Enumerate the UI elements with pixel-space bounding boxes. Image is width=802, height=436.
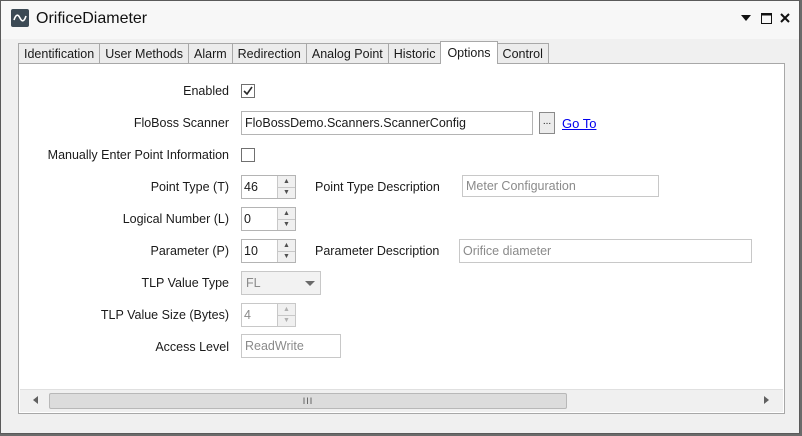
tab-analog-point[interactable]: Analog Point bbox=[305, 43, 389, 63]
logical-number-spin-buttons: ▲ ▼ bbox=[277, 208, 295, 230]
point-type-stepper[interactable]: 46 ▲ ▼ bbox=[241, 175, 296, 199]
tlp-value-type-select: FL bbox=[241, 271, 321, 295]
parameter-label: Parameter (P) bbox=[150, 244, 230, 258]
logical-number-label: Logical Number (L) bbox=[122, 212, 229, 226]
goto-link[interactable]: Go To bbox=[562, 116, 596, 131]
horizontal-scrollbar[interactable]: III bbox=[20, 389, 783, 412]
tab-user-methods[interactable]: User Methods bbox=[99, 43, 189, 63]
tab-control[interactable]: Control bbox=[496, 43, 549, 63]
window: OrificeDiameter Identification User Meth… bbox=[0, 0, 800, 434]
parameter-description-field: Orifice diameter bbox=[459, 239, 752, 263]
scrollbar-thumb[interactable]: III bbox=[49, 393, 567, 409]
dropdown-icon[interactable] bbox=[739, 11, 753, 25]
tlp-value-type-label: TLP Value Type bbox=[141, 276, 229, 290]
point-type-description-field: Meter Configuration bbox=[462, 175, 659, 197]
tab-alarm[interactable]: Alarm bbox=[188, 43, 233, 63]
floboss-scanner-label: FloBoss Scanner bbox=[133, 116, 229, 130]
enabled-checkbox[interactable] bbox=[241, 84, 255, 98]
enabled-label: Enabled bbox=[183, 84, 229, 98]
tab-identification[interactable]: Identification bbox=[18, 43, 101, 63]
tab-redirection[interactable]: Redirection bbox=[231, 43, 307, 63]
tab-historic[interactable]: Historic bbox=[387, 43, 442, 63]
access-level-label: Access Level bbox=[155, 340, 229, 354]
scroll-right-icon[interactable] bbox=[764, 396, 769, 404]
spin-down-icon[interactable]: ▼ bbox=[278, 186, 295, 198]
spin-down-icon: ▼ bbox=[278, 314, 295, 326]
spin-down-icon[interactable]: ▼ bbox=[278, 250, 295, 262]
spin-up-icon[interactable]: ▲ bbox=[278, 208, 295, 219]
title-bar[interactable]: OrificeDiameter bbox=[1, 1, 799, 39]
scroll-left-icon[interactable] bbox=[33, 396, 38, 404]
point-type-description-label: Point Type Description bbox=[315, 180, 440, 194]
point-type-value[interactable]: 46 bbox=[242, 176, 277, 198]
manual-point-info-label: Manually Enter Point Information bbox=[47, 148, 229, 162]
tlp-value-size-spin-buttons: ▲ ▼ bbox=[277, 304, 295, 326]
window-title: OrificeDiameter bbox=[36, 10, 148, 27]
browse-scanner-button[interactable]: ... bbox=[539, 112, 555, 134]
logical-number-stepper[interactable]: 0 ▲ ▼ bbox=[241, 207, 296, 231]
logical-number-value[interactable]: 0 bbox=[242, 208, 277, 230]
point-type-spin-buttons: ▲ ▼ bbox=[277, 176, 295, 198]
close-icon[interactable] bbox=[778, 11, 792, 25]
manual-point-info-checkbox[interactable] bbox=[241, 148, 255, 162]
checkmark-icon bbox=[243, 86, 253, 96]
parameter-value[interactable]: 10 bbox=[242, 240, 277, 262]
parameter-description-label: Parameter Description bbox=[315, 244, 440, 258]
spin-down-icon[interactable]: ▼ bbox=[278, 218, 295, 230]
spin-up-icon[interactable]: ▲ bbox=[278, 176, 295, 187]
options-panel: Enabled FloBoss Scanner FloBossDemo.Scan… bbox=[18, 63, 785, 414]
maximize-icon[interactable] bbox=[759, 11, 773, 25]
tlp-value-type-value: FL bbox=[246, 276, 261, 290]
chevron-down-icon bbox=[305, 281, 315, 286]
app-icon bbox=[11, 9, 29, 27]
tlp-value-size-stepper: 4 ▲ ▼ bbox=[241, 303, 296, 327]
tlp-value-size-value: 4 bbox=[244, 308, 251, 322]
tlp-value-size-label: TLP Value Size (Bytes) bbox=[100, 308, 229, 322]
point-type-label: Point Type (T) bbox=[150, 180, 229, 194]
parameter-stepper[interactable]: 10 ▲ ▼ bbox=[241, 239, 296, 263]
spin-up-icon[interactable]: ▲ bbox=[278, 240, 295, 251]
floboss-scanner-field[interactable]: FloBossDemo.Scanners.ScannerConfig bbox=[241, 111, 533, 135]
tab-options[interactable]: Options bbox=[440, 41, 498, 64]
spin-up-icon: ▲ bbox=[278, 304, 295, 315]
tab-strip: Identification User Methods Alarm Redire… bbox=[18, 41, 549, 64]
access-level-field: ReadWrite bbox=[241, 334, 341, 358]
parameter-spin-buttons: ▲ ▼ bbox=[277, 240, 295, 262]
